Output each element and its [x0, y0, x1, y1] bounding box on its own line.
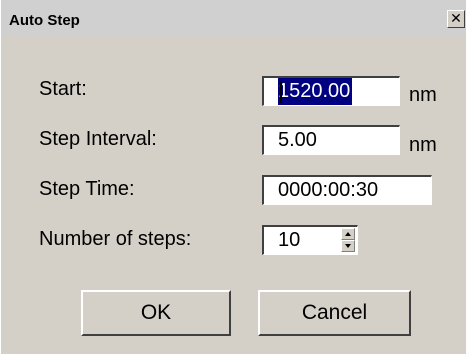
text-caret	[280, 81, 282, 103]
step-interval-label: Step Interval:	[39, 128, 157, 150]
step-time-label: Step Time:	[39, 178, 135, 200]
auto-step-dialog: Auto Step ✕ Start: 1520.00 nm Step Inter…	[0, 0, 466, 354]
number-of-steps-label: Number of steps:	[39, 228, 192, 250]
number-of-steps-value: 10	[278, 229, 301, 251]
start-input[interactable]: 1520.00	[262, 76, 400, 106]
chevron-down-icon	[345, 244, 351, 248]
ok-button[interactable]: OK	[81, 290, 231, 336]
close-icon[interactable]: ✕	[447, 10, 465, 28]
step-time-input[interactable]: 0000:00:30	[262, 175, 432, 205]
spin-down-button[interactable]	[341, 240, 355, 252]
chevron-up-icon	[345, 232, 351, 236]
step-interval-input[interactable]: 5.00	[262, 125, 400, 155]
spin-up-button[interactable]	[341, 228, 355, 240]
start-value: 1520.00	[278, 78, 353, 105]
start-unit: nm	[409, 84, 437, 106]
number-of-steps-input[interactable]: 10	[262, 225, 358, 255]
step-interval-unit: nm	[409, 134, 437, 156]
step-time-value: 0000:00:30	[278, 179, 379, 201]
start-label: Start:	[39, 78, 87, 100]
step-interval-value: 5.00	[278, 129, 317, 151]
cancel-button[interactable]: Cancel	[258, 290, 411, 336]
title-bar[interactable]: Auto Step ✕	[1, 0, 466, 35]
window-title: Auto Step	[9, 12, 80, 29]
steps-spinner[interactable]	[341, 228, 355, 252]
